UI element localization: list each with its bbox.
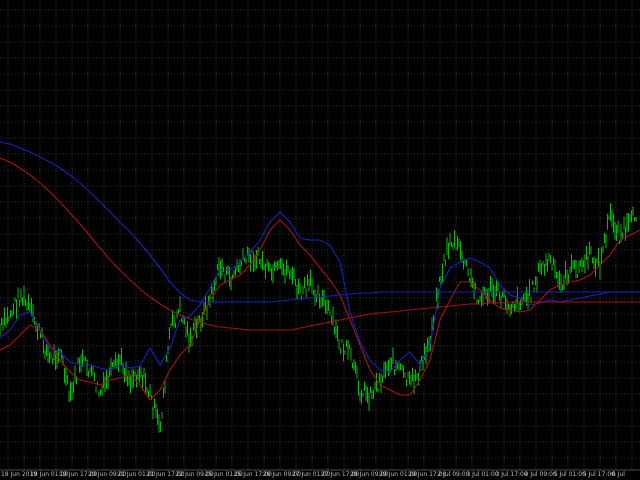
price-chart[interactable]: 18 Jun 201919 Jun 01:0019 Jun 17:0020 Ju… [0,0,640,480]
time-axis: 18 Jun 201919 Jun 01:0019 Jun 17:0020 Ju… [0,469,640,478]
time-axis-tick-label: 5 Jul 17:00 [583,471,615,478]
time-axis-tick-label: 3 Jul 17:00 [496,471,528,478]
time-axis-tick-label: 6 Jul [612,471,625,478]
time-axis-tick-label: 5 Jul 01:00 [554,471,586,478]
time-axis-tick-label: 3 Jul 01:00 [466,471,498,478]
time-axis-tick-label: 4 Jul 09:00 [525,471,557,478]
time-axis-tick-label: 2 Jul 09:00 [437,471,469,478]
chart-window[interactable]: 18 Jun 2019 19 Jun 01:00 19 Jun 17:00 20 Ju… [0,0,640,480]
